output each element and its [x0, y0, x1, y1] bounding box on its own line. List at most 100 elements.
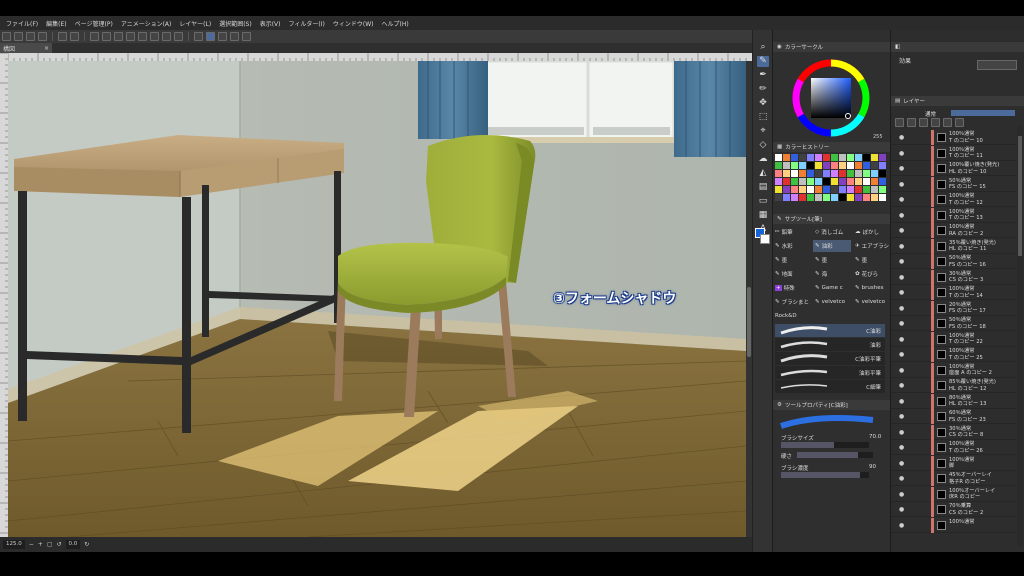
menu-view[interactable]: 表示(V)	[260, 19, 281, 28]
color-history-grid[interactable]	[775, 154, 887, 208]
sub-color-swatch[interactable]	[760, 234, 770, 244]
eye-icon[interactable]: ●	[899, 274, 904, 281]
reference-button[interactable]	[242, 32, 251, 41]
eye-icon[interactable]: ●	[899, 382, 904, 389]
layer-tab-label[interactable]: レイヤー	[903, 97, 925, 105]
layer-row[interactable]: ● 80％通常 HL のコピー 13	[891, 393, 1017, 409]
eye-icon[interactable]: ●	[899, 413, 904, 420]
eye-icon[interactable]: ●	[899, 460, 904, 467]
subtool-group-game[interactable]: ✎ Game c	[813, 282, 851, 294]
snap-special-ruler-button[interactable]	[206, 32, 215, 41]
layer-row[interactable]: ● 100％通常 T のコピー 11	[891, 145, 1017, 161]
layer-row[interactable]: ● 100％オーバーレイ 床R のコピー	[891, 486, 1017, 502]
gradient-tool-icon[interactable]: ▤	[757, 182, 769, 193]
subtool-group-oil[interactable]: ✎ 油彩	[813, 240, 851, 252]
close-icon[interactable]: ×	[44, 45, 49, 52]
reference-layer-icon[interactable]	[919, 118, 928, 127]
subtool-group-watercolor[interactable]: ✎ 水彩	[773, 240, 811, 252]
rotate-left-icon[interactable]: ↺	[56, 541, 61, 548]
menu-edit[interactable]: 編集(E)	[46, 19, 66, 28]
layer-row[interactable]: ● 30％通常 CS のコピー 3	[891, 269, 1017, 285]
open-button[interactable]	[14, 32, 23, 41]
eye-icon[interactable]: ●	[899, 289, 904, 296]
effect-dropdown[interactable]	[977, 60, 1017, 70]
blend-mode-value[interactable]: 通常	[925, 110, 936, 118]
zoom-out-icon[interactable]: −	[29, 541, 34, 548]
layer-row[interactable]: ● 100％通常 T のコピー 22	[891, 331, 1017, 347]
brush-item-oil[interactable]: 油彩	[775, 338, 885, 351]
eye-icon[interactable]: ●	[899, 367, 904, 374]
eye-icon[interactable]: ●	[899, 305, 904, 312]
stabilizer-button[interactable]	[230, 32, 239, 41]
density-slider[interactable]	[781, 472, 869, 478]
zoom-field[interactable]: 125.0	[3, 540, 25, 549]
shrink-selection-button[interactable]	[174, 32, 183, 41]
snap-grid-button[interactable]	[218, 32, 227, 41]
eye-icon[interactable]: ●	[899, 181, 904, 188]
menu-help[interactable]: ヘルプ(H)	[381, 19, 408, 28]
angle-field[interactable]: 0.0	[65, 540, 81, 549]
canvas[interactable]: ③フォームシャドウ	[8, 61, 746, 537]
fill-tool-icon[interactable]: ◭	[757, 168, 769, 179]
subtool-group-eraser[interactable]: ◇ 消しゴム	[813, 226, 851, 238]
eye-icon[interactable]: ●	[899, 212, 904, 219]
scroll-thumb[interactable]	[747, 287, 751, 357]
subtool-group-blur[interactable]: ☁ ぼかし	[853, 226, 891, 238]
layer-row[interactable]: ● 100％通常 T のコピー 14	[891, 285, 1017, 300]
subtool-group-brush-set[interactable]: ✎ ブラシまと	[773, 296, 811, 308]
subtool-group-velvet-1[interactable]: ✎ velvetco	[813, 296, 851, 308]
layer-row[interactable]: ● 30％通常 CS のコピー 8	[891, 424, 1017, 440]
subtool-group-sea[interactable]: ✎ 海	[813, 268, 851, 280]
menu-animation[interactable]: アニメーション(A)	[121, 19, 172, 28]
eye-icon[interactable]: ●	[899, 522, 904, 529]
layer-scrollbar[interactable]	[1017, 126, 1023, 546]
menu-layer[interactable]: レイヤー(L)	[179, 19, 211, 28]
blend-tool-icon[interactable]: ☁	[757, 154, 769, 165]
lock-icon[interactable]	[895, 118, 904, 127]
print-button[interactable]	[38, 32, 47, 41]
layer-row[interactable]: ● 50％通常 FS のコピー 15	[891, 176, 1017, 192]
layer-row[interactable]: ● 50％通常 FS のコピー 16	[891, 254, 1017, 269]
layer-row[interactable]: ● 100％通常 T のコピー 13	[891, 207, 1017, 223]
layer-row[interactable]: ● 50％通常 FS のコピー 18	[891, 316, 1017, 331]
move-tool-icon[interactable]: ✥	[757, 98, 769, 109]
menu-file[interactable]: ファイル(F)	[6, 19, 38, 28]
new-file-button[interactable]	[2, 32, 11, 41]
clear-outside-button[interactable]	[102, 32, 111, 41]
subtool-group-airbrush[interactable]: ✈ エアブラシ	[853, 240, 891, 252]
clip-icon[interactable]	[907, 118, 916, 127]
subtool-group-rock[interactable]: Rock&D	[773, 310, 811, 322]
subtool-group-pencil[interactable]: ✏ 鉛筆	[773, 226, 811, 238]
deselect-button[interactable]	[138, 32, 147, 41]
layer-row[interactable]: ● 20％通常 FS のコピー 17	[891, 300, 1017, 316]
subtool-group-ink-3[interactable]: ✎ 墨	[853, 254, 891, 266]
expand-selection-button[interactable]	[162, 32, 171, 41]
ruler-icon[interactable]	[955, 118, 964, 127]
subtool-group-special[interactable]: + 特殊	[773, 282, 811, 294]
layer-row[interactable]: ● 60％通常 FS のコピー 23	[891, 409, 1017, 424]
eye-icon[interactable]: ●	[899, 506, 904, 513]
eraser-tool-icon[interactable]: ◇	[757, 140, 769, 151]
subtool-group-ink-2[interactable]: ✎ 墨	[813, 254, 851, 266]
eye-icon[interactable]: ●	[899, 243, 904, 250]
brush-size-slider[interactable]	[781, 442, 869, 448]
subtool-group-velvet-2[interactable]: ✎ velvetco	[853, 296, 891, 308]
eye-icon[interactable]: ●	[899, 165, 904, 172]
canvas-tab[interactable]: 構図 ×	[0, 43, 52, 53]
eye-icon[interactable]: ●	[899, 227, 904, 234]
transform-button[interactable]	[126, 32, 135, 41]
pen-tool-icon[interactable]: ✒	[757, 70, 769, 81]
pencil-tool-icon[interactable]: ✏	[757, 84, 769, 95]
layer-row[interactable]: ● 100％通常 T のコピー 10	[891, 130, 1017, 145]
draft-layer-icon[interactable]	[931, 118, 940, 127]
select-tool-icon[interactable]: ⬚	[757, 112, 769, 123]
eyedropper-tool-icon[interactable]: ⌖	[757, 126, 769, 137]
brush-item-c-oil-flat[interactable]: C油彩平筆	[775, 352, 885, 365]
zoom-tool-icon[interactable]: ⌕	[757, 42, 769, 53]
eye-icon[interactable]: ●	[899, 398, 904, 405]
eye-icon[interactable]: ●	[899, 150, 904, 157]
menu-selection[interactable]: 選択範囲(S)	[219, 19, 252, 28]
layer-row[interactable]: ● 100％通常 T のコピー 25	[891, 347, 1017, 362]
eye-icon[interactable]: ●	[899, 134, 904, 141]
eye-icon[interactable]: ●	[899, 196, 904, 203]
